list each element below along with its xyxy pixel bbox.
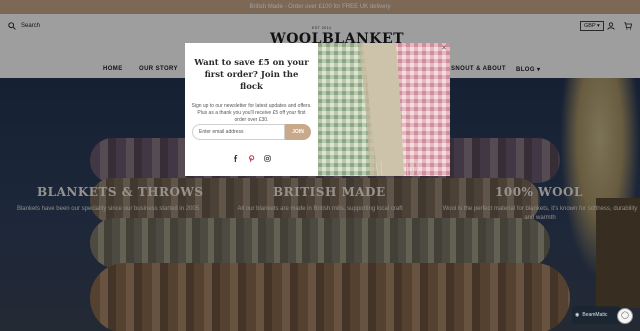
popup-title: Want to save £5 on your first order? Joi… xyxy=(194,58,309,92)
reviews-widget[interactable]: ◉ BeamMatic xyxy=(572,306,620,324)
popup-description: Sign up to our newsletter for latest upd… xyxy=(191,103,312,123)
widget-label: BeamMatic xyxy=(582,312,608,318)
social-links xyxy=(185,149,318,162)
widget-logo-icon: ◉ xyxy=(575,312,580,318)
close-icon[interactable]: ✕ xyxy=(440,45,448,53)
pinterest-icon[interactable] xyxy=(248,149,255,162)
newsletter-popup: Want to save £5 on your first order? Joi… xyxy=(185,43,450,176)
chat-icon[interactable]: ◯ xyxy=(617,308,633,324)
join-button[interactable]: JOIN xyxy=(285,124,311,140)
popup-content: Want to save £5 on your first order? Joi… xyxy=(185,43,318,176)
instagram-icon[interactable] xyxy=(264,149,271,162)
popup-blanket-image: ✕ xyxy=(318,43,450,176)
blanket-photo xyxy=(318,43,450,176)
email-field[interactable] xyxy=(192,124,285,140)
facebook-icon[interactable] xyxy=(232,149,239,162)
newsletter-form: JOIN xyxy=(192,124,311,140)
